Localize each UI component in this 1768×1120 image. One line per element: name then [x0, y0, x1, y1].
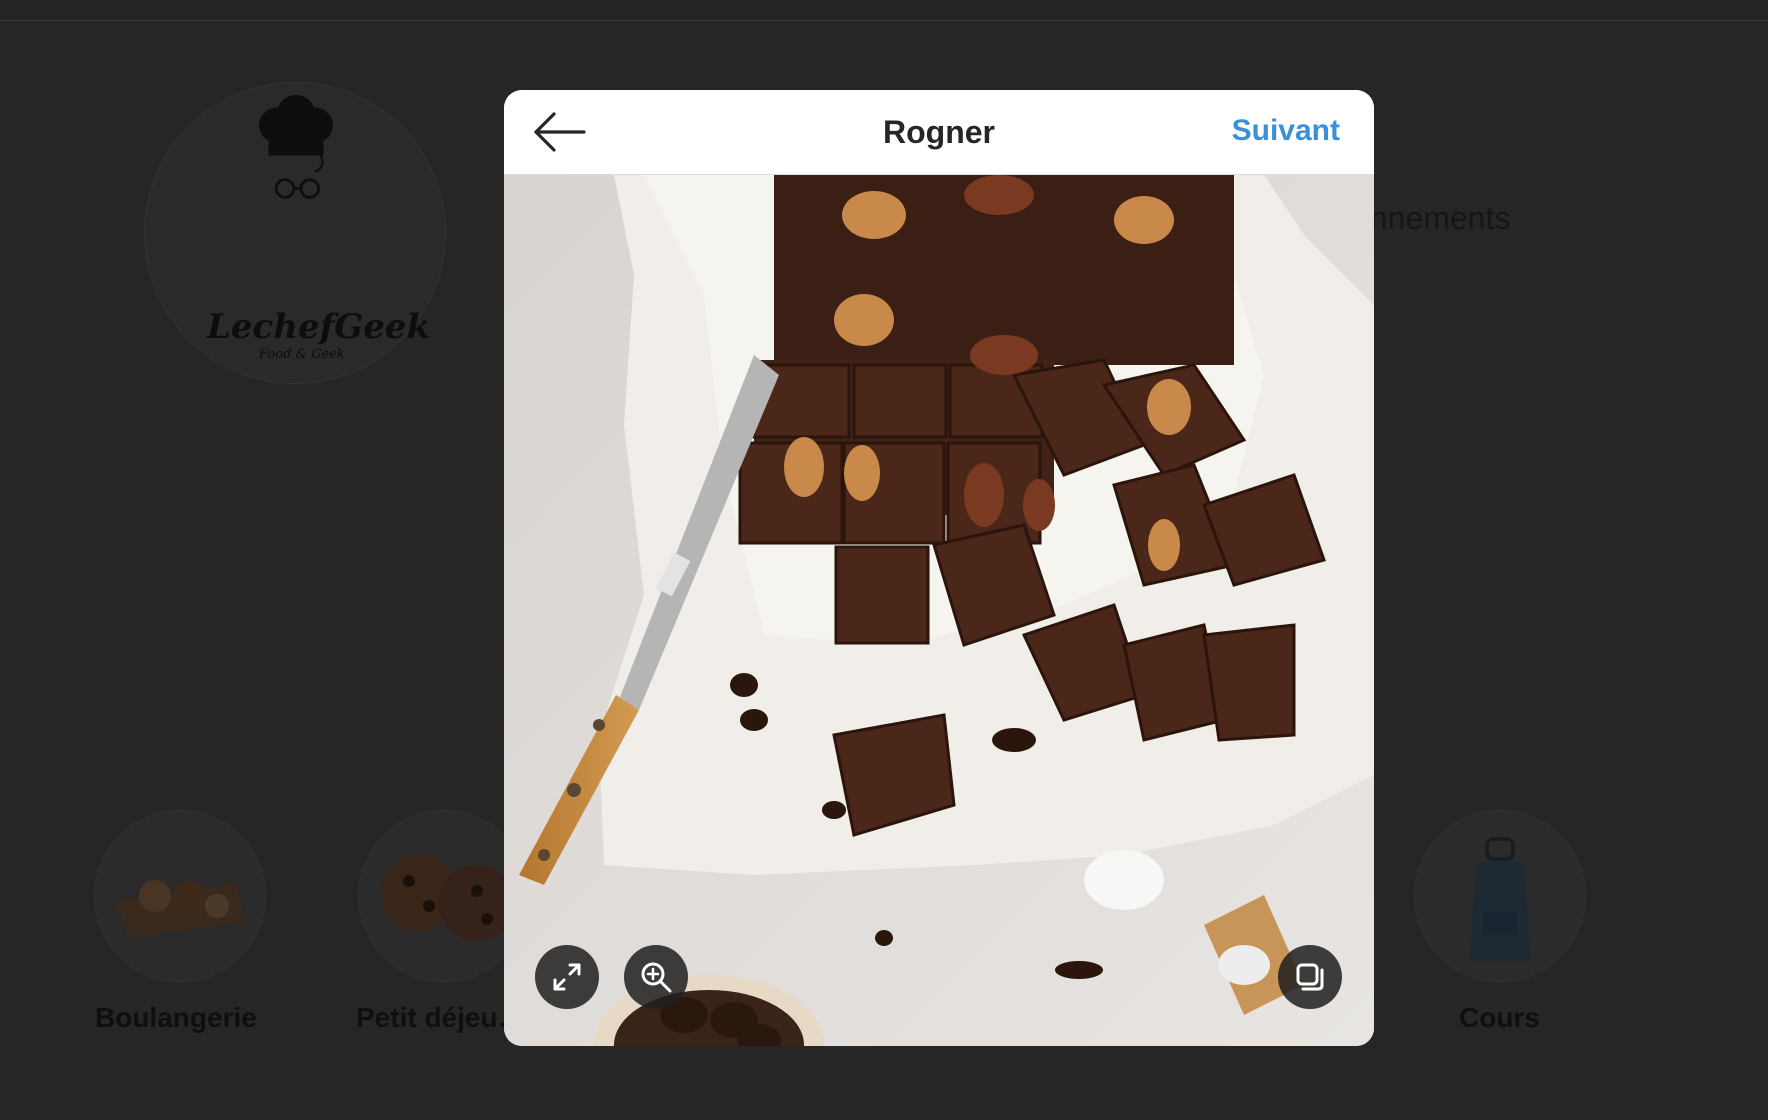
zoom-button[interactable]: [624, 945, 688, 1009]
bread-board-icon: [117, 880, 245, 939]
top-bar: [0, 0, 1768, 21]
highlight-boulangerie[interactable]: [94, 810, 266, 982]
highlight-label-boulangerie: Boulangerie: [95, 1002, 257, 1033]
dialog-header: Rogner Suivant: [504, 90, 1374, 175]
profile-stat-following: onnements: [1352, 200, 1511, 236]
crop-dialog: Rogner Suivant: [504, 90, 1374, 1046]
profile-avatar: LechefGeek Food & Geek: [144, 82, 446, 384]
expand-button[interactable]: [535, 945, 599, 1009]
select-multiple-icon: [1296, 963, 1324, 991]
crop-preview-image[interactable]: [504, 175, 1374, 1046]
logo-subtitle: Food & Geek: [259, 347, 345, 362]
chef-hat-logo-icon: [259, 95, 333, 199]
highlight-cours[interactable]: [1414, 810, 1586, 982]
apron-icon: [1469, 837, 1531, 961]
expand-icon: [553, 963, 581, 991]
select-multiple-button[interactable]: [1278, 945, 1342, 1009]
next-button[interactable]: Suivant: [1232, 114, 1340, 148]
logo-title: LechefGeek: [207, 307, 431, 347]
highlight-label-petit-dejeuner: Petit déjeu…: [356, 1002, 526, 1033]
zoom-in-icon: [641, 962, 672, 993]
brownie-photo-illustration: [504, 175, 1374, 1046]
highlight-label-cours: Cours: [1459, 1002, 1540, 1033]
